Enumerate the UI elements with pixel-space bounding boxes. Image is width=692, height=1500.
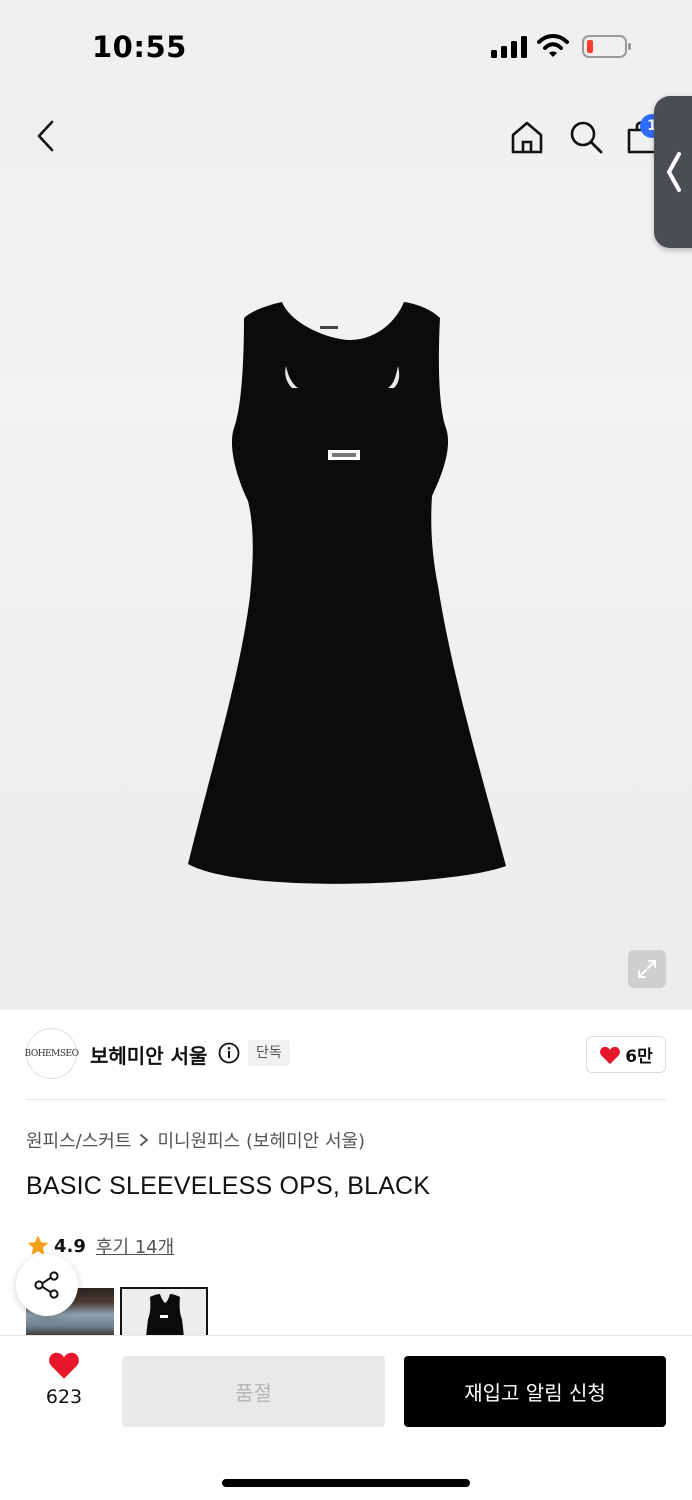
brand-logo[interactable]: BOHEMSEO [24,1028,79,1079]
breadcrumb-category[interactable]: 원피스/스커트 [26,1127,131,1153]
chevron-right-icon [140,1134,149,1146]
back-icon[interactable] [30,118,62,154]
chevron-left-icon [667,152,681,192]
wishlist-button[interactable]: 623 [38,1350,90,1408]
wishlist-count: 623 [45,1386,83,1408]
breadcrumb: 원피스/스커트 미니원피스 (보헤미안 서울) [26,1127,365,1153]
brand-row: BOHEMSEO 보헤미안 서울 단독 6만 [24,1028,666,1080]
expand-image-button[interactable] [628,950,666,988]
restock-alert-button[interactable]: 재입고 알림 신청 [404,1356,666,1427]
review-link[interactable]: 후기 14개 [96,1233,174,1259]
cellular-signal-icon [491,36,527,58]
side-panel-handle[interactable] [654,96,692,248]
brand-name[interactable]: 보헤미안 서울 [90,1040,207,1069]
battery-icon [582,35,631,58]
expand-icon [638,960,656,978]
heart-icon [600,1046,621,1064]
brand-logo-text: BOHEMSEO [24,1048,79,1059]
info-icon[interactable] [218,1042,240,1064]
heart-icon [49,1352,79,1379]
soldout-button[interactable]: 품절 [122,1356,385,1427]
home-indicator [222,1479,470,1487]
rating-value: 4.9 [54,1235,86,1257]
share-icon [34,1271,59,1299]
divider [26,1099,666,1100]
wifi-icon [537,34,569,57]
brand-like-button[interactable]: 6만 [586,1036,666,1073]
status-time: 10:55 [92,30,187,64]
breadcrumb-subcategory[interactable]: 미니원피스 (보헤미안 서울) [157,1127,365,1153]
share-button[interactable] [16,1254,78,1316]
search-icon[interactable] [567,118,605,156]
bottom-action-bar: 623 품절 재입고 알림 신청 [0,1335,692,1500]
product-image-dress [188,302,506,884]
color-option-thumbnail-selected[interactable] [120,1287,208,1337]
product-thumbnail-dress [146,1294,184,1337]
status-bar: 10:55 [0,0,692,95]
home-icon[interactable] [508,118,546,156]
exclusive-badge: 단독 [248,1040,290,1066]
brand-like-count: 6만 [625,1047,653,1067]
product-title: BASIC SLEEVELESS OPS, BLACK [26,1172,431,1200]
